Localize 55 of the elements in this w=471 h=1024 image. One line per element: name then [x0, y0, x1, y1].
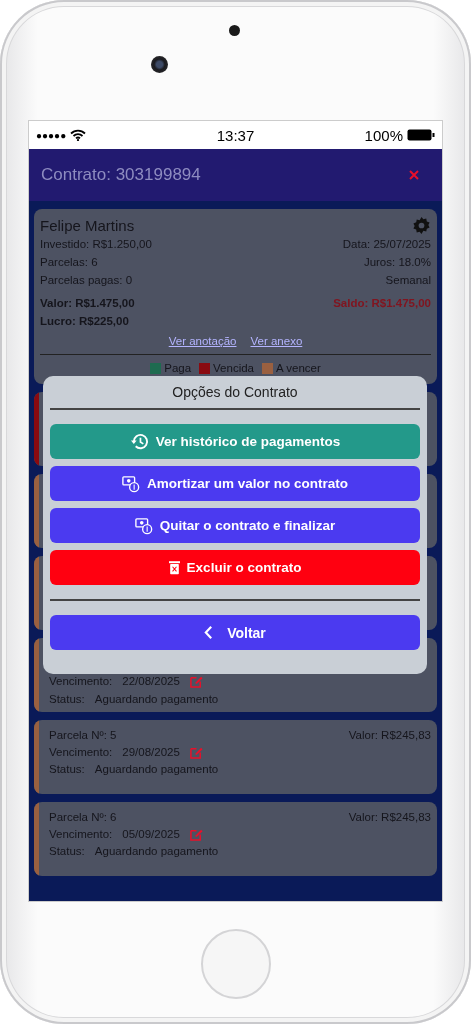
- camera-icon: [151, 56, 168, 73]
- legend-label: Paga: [164, 361, 192, 376]
- due-date: 22/08/2025: [122, 674, 180, 689]
- due-date: 05/09/2025: [122, 827, 180, 842]
- link[interactable]: Ver anexo: [250, 335, 303, 347]
- edit-icon[interactable]: [189, 746, 203, 759]
- legend-label: A vencer: [276, 361, 321, 376]
- money-icon: [122, 474, 140, 493]
- contract-detail: Parcelas: 6: [40, 255, 99, 270]
- action-button[interactable]: Excluir o contrato: [50, 550, 420, 585]
- settings-icon[interactable]: [412, 216, 431, 235]
- dialog-title: Opções do Contrato: [172, 384, 298, 400]
- contract-detail: Semanal: [385, 273, 431, 288]
- sensor-icon: [229, 25, 240, 36]
- installment-number: Parcela Nº: 6: [49, 810, 117, 825]
- installment-value: Valor: R$245,83: [348, 810, 431, 825]
- status-label: Status:: [49, 762, 85, 777]
- battery-percent: 100%: [364, 126, 403, 144]
- due-label: Vencimento:: [49, 674, 113, 689]
- installment-value: Valor: R$245,83: [348, 728, 431, 743]
- contract-detail: Investido: R$1.250,00: [40, 237, 152, 252]
- contract-detail: Parcelas pagas: 0: [40, 273, 134, 288]
- battery-icon: [407, 129, 435, 141]
- chevron-left-icon: [204, 625, 214, 640]
- client-name: Felipe Martins: [40, 217, 135, 234]
- signal-dots: ●●●●●: [36, 129, 67, 141]
- contract-value: Valor: R$1.475,00: [40, 296, 135, 311]
- installment-number: Parcela Nº: 5: [49, 728, 117, 743]
- action-button[interactable]: Amortizar um valor no contrato: [50, 466, 420, 501]
- back-button[interactable]: Voltar: [50, 615, 420, 650]
- action-button[interactable]: Ver histórico de pagamentos: [50, 424, 420, 459]
- close-icon[interactable]: [408, 169, 420, 181]
- wifi-icon: [70, 129, 87, 141]
- status-text: Aguardando pagamento: [94, 762, 219, 777]
- trash-icon: [168, 560, 180, 575]
- contract-detail: Juros: 18.0%: [363, 255, 431, 270]
- contract-balance: Saldo: R$1.475,00: [333, 296, 431, 311]
- status-label: Status:: [49, 844, 85, 859]
- edit-icon[interactable]: [189, 828, 203, 841]
- history-icon: [129, 432, 149, 451]
- action-button[interactable]: Quitar o contrato e finalizar: [50, 508, 420, 543]
- legend-label: Vencida: [213, 361, 254, 376]
- edit-icon[interactable]: [189, 675, 203, 688]
- status-text: Aguardando pagamento: [94, 844, 219, 859]
- clock-time: 13:37: [216, 126, 255, 144]
- due-label: Vencimento:: [49, 827, 113, 842]
- contract-title: Contrato: 303199894: [41, 165, 201, 185]
- due-label: Vencimento:: [49, 745, 113, 760]
- link[interactable]: Ver anotação: [168, 335, 237, 347]
- due-date: 29/08/2025: [122, 745, 180, 760]
- status-text: Aguardando pagamento: [94, 692, 219, 707]
- money-icon: [134, 516, 153, 535]
- status-label: Status:: [49, 692, 85, 707]
- contract-detail: Data: 25/07/2025: [342, 237, 431, 252]
- contract-profit: Lucro: R$225,00: [40, 314, 130, 329]
